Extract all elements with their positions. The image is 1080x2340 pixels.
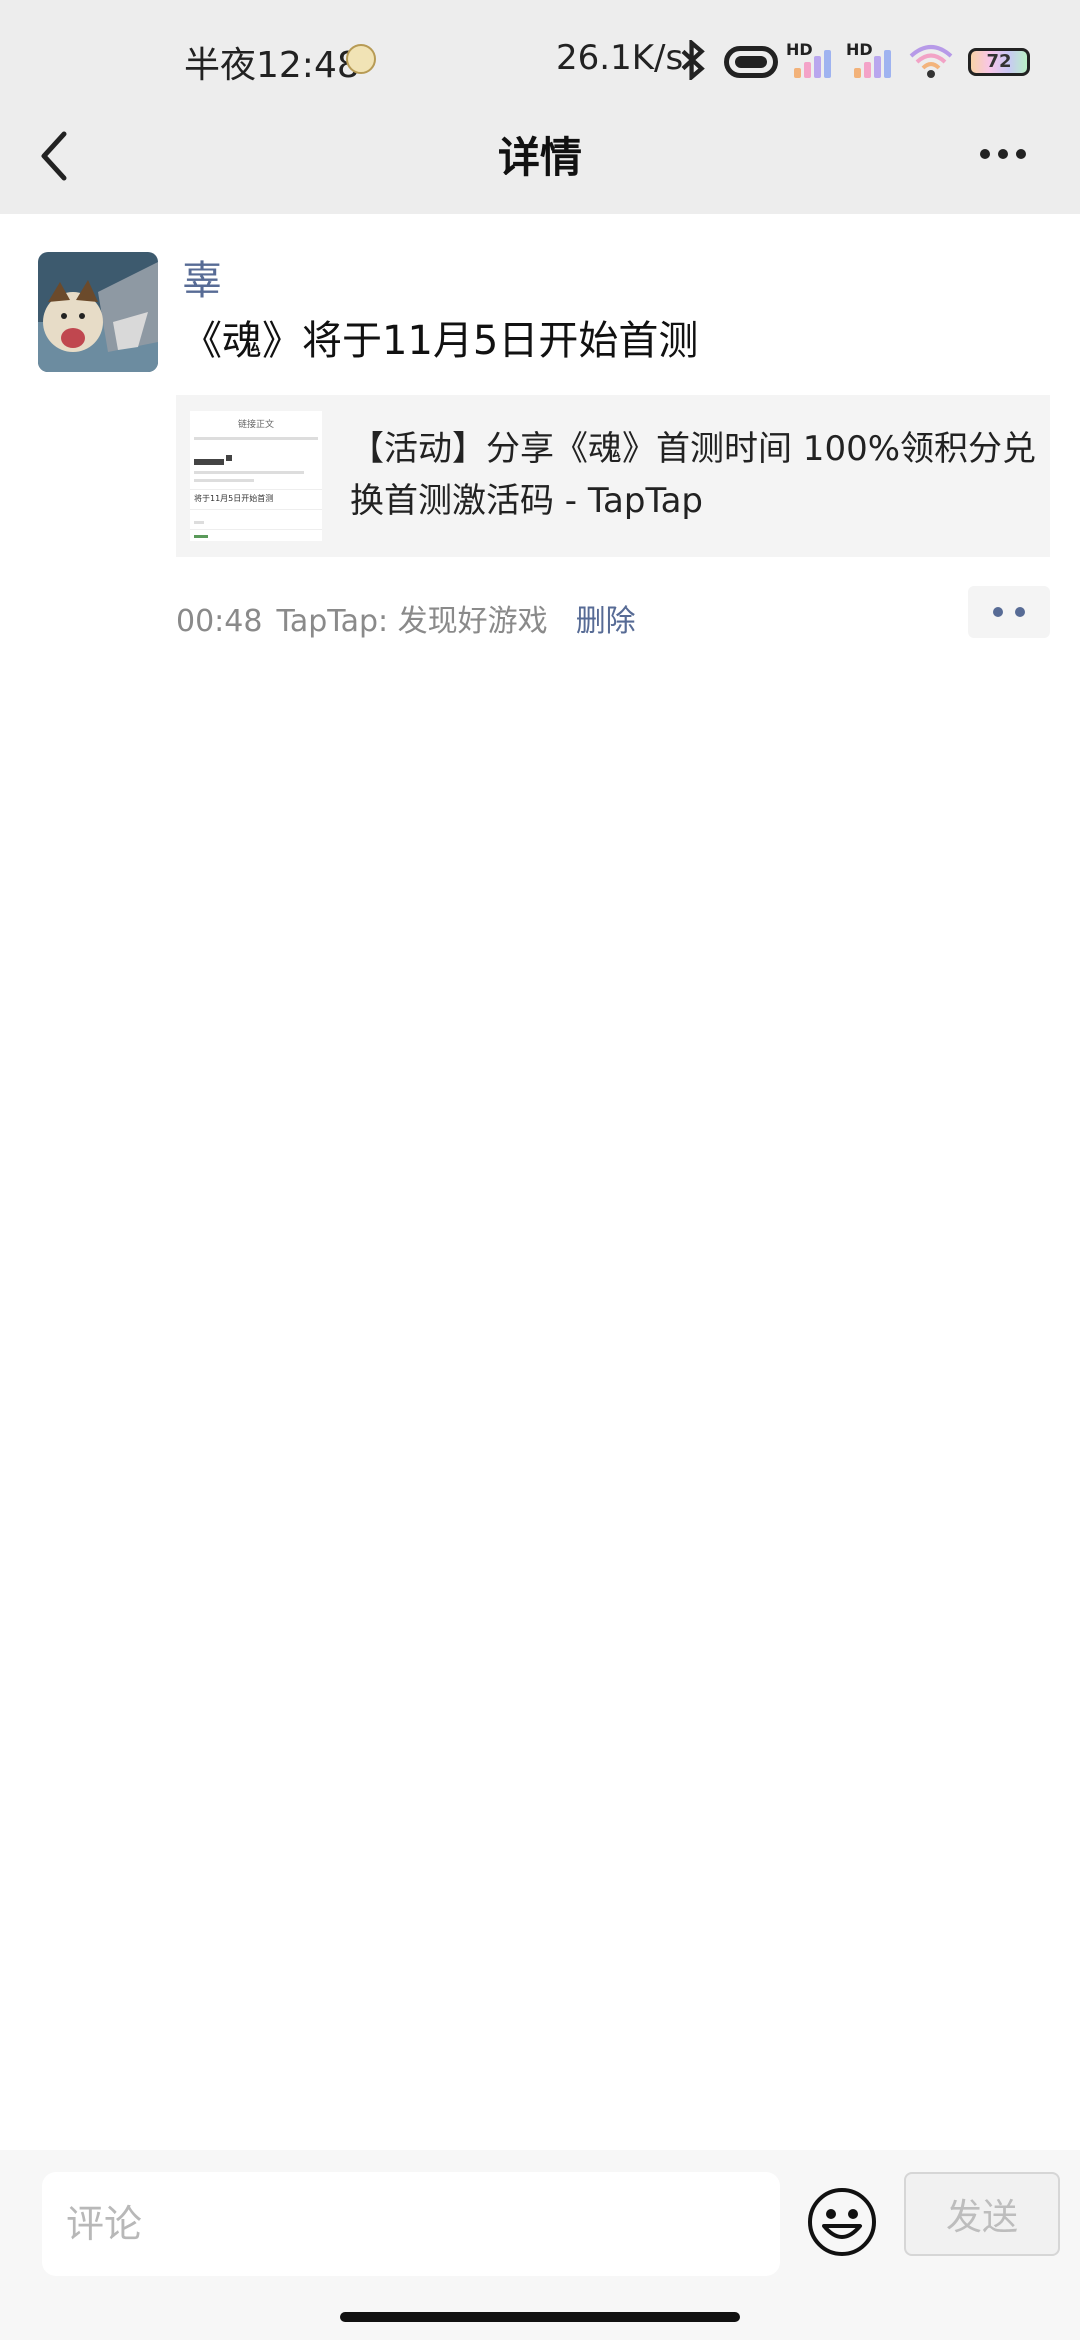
- thumb-line: 将于11月5日开始首测: [194, 494, 274, 503]
- author-name[interactable]: 辜: [182, 248, 222, 306]
- hd-label: HD: [846, 40, 873, 59]
- wifi-icon: [909, 45, 953, 78]
- moments-detail-screen: 半夜12:48 26.1K/s HD HD 72 详情 辜 《魂》将于11月5日…: [0, 0, 1080, 2340]
- battery-icon: 72: [968, 48, 1030, 76]
- page-title: 详情: [497, 133, 582, 182]
- nfc-icon: [724, 46, 778, 78]
- nav-bar: 详情: [0, 110, 1080, 214]
- signal-icon: HD: [786, 40, 836, 78]
- comment-bar: 发送: [0, 2150, 1080, 2340]
- post-time: 00:48: [176, 604, 263, 639]
- link-thumbnail: 链接正文 将于11月5日开始首测: [190, 411, 322, 541]
- link-card[interactable]: 链接正文 将于11月5日开始首测 【活动】分享《魂》首测时间 100%领积分兑换…: [176, 395, 1050, 557]
- status-time: 半夜12:48: [184, 45, 360, 86]
- signal-icon: HD: [846, 40, 896, 78]
- thumb-heading: 链接正文: [237, 420, 274, 430]
- post-source[interactable]: TapTap: 发现好游戏: [276, 604, 547, 639]
- bluetooth-icon: [681, 40, 705, 80]
- more-icon[interactable]: [980, 134, 1040, 174]
- post-text: 《魂》将于11月5日开始首测: [182, 318, 699, 364]
- notification-icon: [346, 44, 376, 74]
- comment-like-menu-button[interactable]: [968, 586, 1050, 638]
- network-speed: 26.1K/s: [556, 38, 684, 78]
- comment-input[interactable]: [42, 2172, 780, 2276]
- top-bar: 半夜12:48 26.1K/s HD HD 72 详情: [0, 0, 1080, 214]
- delete-link[interactable]: 删除: [576, 604, 636, 639]
- status-bar: 半夜12:48 26.1K/s HD HD 72: [0, 0, 1080, 120]
- hd-label: HD: [786, 40, 813, 59]
- avatar-image: [38, 252, 158, 372]
- send-button[interactable]: 发送: [904, 2172, 1060, 2256]
- smiley-icon[interactable]: [806, 2186, 878, 2258]
- post-meta: 00:48 TapTap: 发现好游戏 删除: [176, 596, 636, 640]
- link-title: 【活动】分享《魂》首测时间 100%领积分兑换首测激活码 - TapTap: [350, 429, 1037, 521]
- home-indicator[interactable]: [340, 2312, 740, 2322]
- avatar[interactable]: [38, 252, 158, 372]
- battery-level: 72: [986, 51, 1012, 72]
